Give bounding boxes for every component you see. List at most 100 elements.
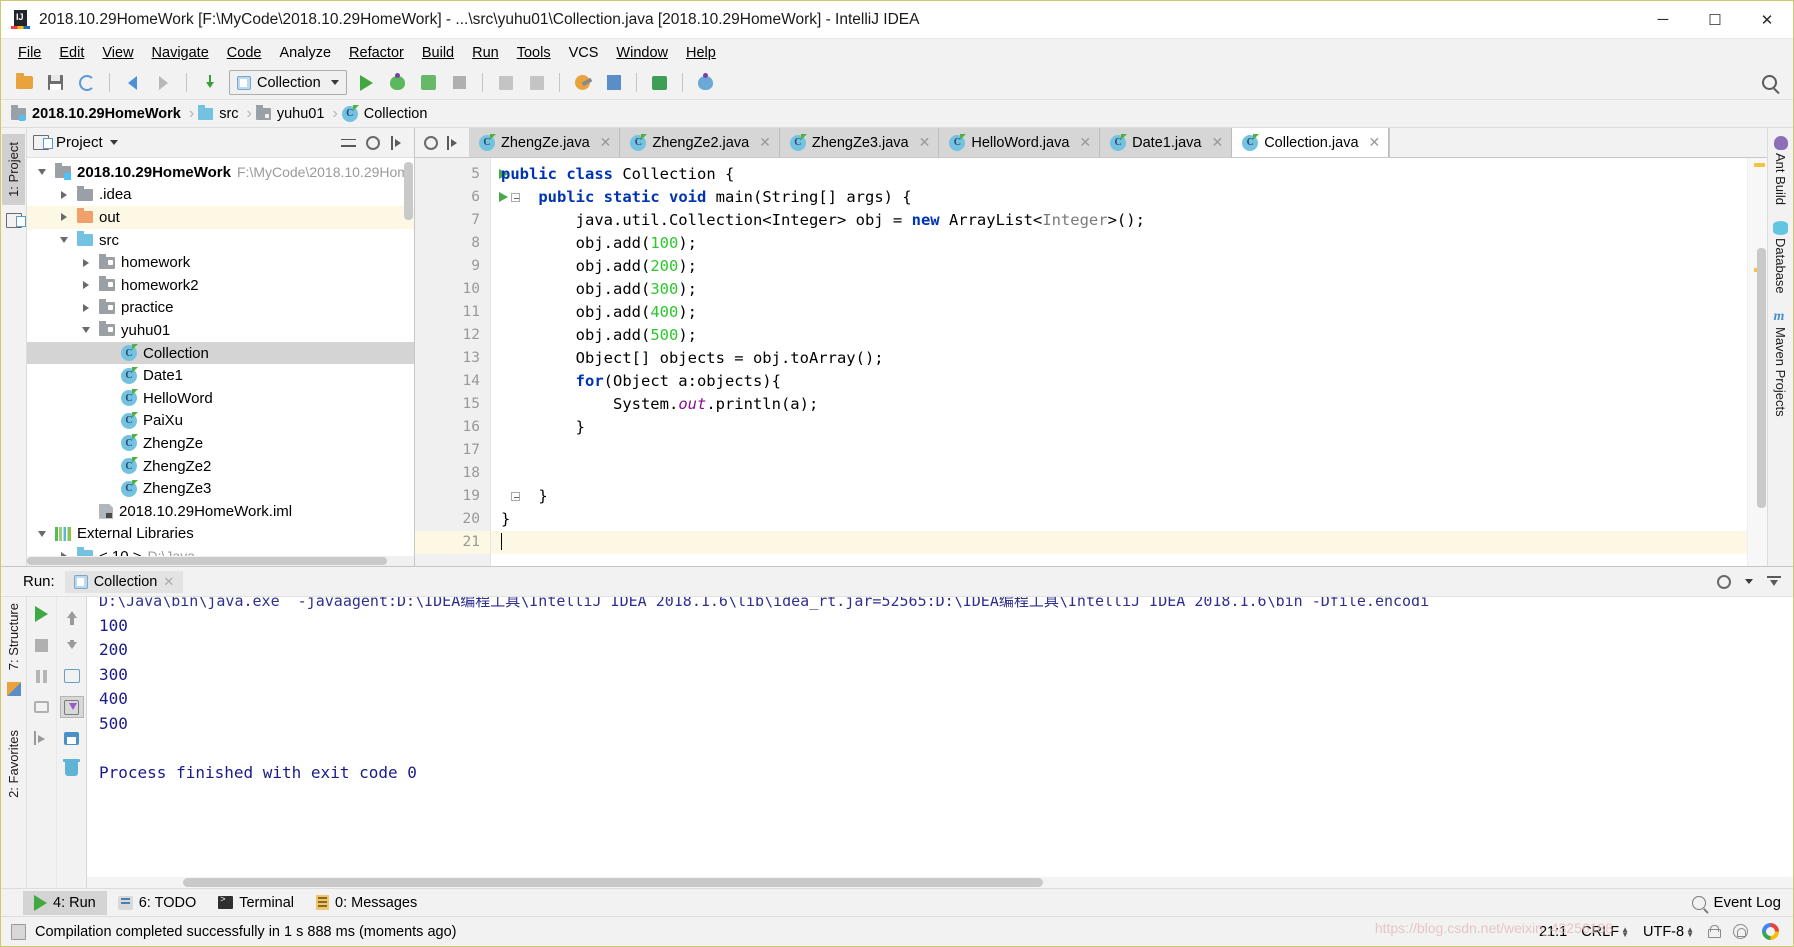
dump-threads-icon[interactable] xyxy=(30,696,54,718)
tree-twisty[interactable] xyxy=(35,530,49,537)
line-separator-spinner-icon[interactable]: ▲ ▼ xyxy=(1621,925,1629,938)
exit-icon[interactable] xyxy=(30,727,54,749)
tree-node-2018-10-29homework[interactable]: 2018.10.29HomeWork F:\MyCode\2018.10.29Ho… xyxy=(27,161,414,184)
navigate-back-icon[interactable] xyxy=(119,70,146,96)
print-icon[interactable] xyxy=(60,727,84,749)
minimize-button[interactable]: ─ xyxy=(1637,1,1689,39)
console-hscroll-thumb[interactable] xyxy=(183,878,1043,887)
tree-node-out[interactable]: out xyxy=(27,206,414,229)
tree-node-src[interactable]: src xyxy=(27,229,414,252)
line-separator[interactable]: CRLF xyxy=(1581,924,1619,940)
clear-all-icon[interactable] xyxy=(60,758,84,780)
breadcrumb-item-package[interactable]: yuhu01 xyxy=(254,104,331,122)
status-message-icon[interactable] xyxy=(11,923,26,940)
pause-icon[interactable] xyxy=(30,665,54,687)
editor-tab-zhengze2[interactable]: C ZhengZe2.java ✕ xyxy=(620,128,780,157)
settings-gear-icon[interactable] xyxy=(366,135,380,150)
tree-node-2018-10-29homework-iml[interactable]: 2018.10.29HomeWork.iml xyxy=(27,500,414,523)
project-structure-strip-icon[interactable] xyxy=(5,212,26,228)
tree-node-yuhu01[interactable]: yuhu01 xyxy=(27,319,414,342)
tree-twisty[interactable] xyxy=(57,190,71,199)
menu-window[interactable]: Window xyxy=(607,42,677,64)
stop-icon[interactable] xyxy=(446,70,473,96)
menu-refactor[interactable]: Refactor xyxy=(340,42,413,64)
tree-node-homework[interactable]: homework xyxy=(27,251,414,274)
editor-tab-zhengze[interactable]: C ZhengZe.java ✕ xyxy=(469,128,621,157)
encoding-spinner-icon[interactable]: ▲ ▼ xyxy=(1686,925,1694,938)
close-icon[interactable]: ✕ xyxy=(919,134,931,151)
close-icon[interactable]: ✕ xyxy=(163,574,174,590)
rerun-icon[interactable] xyxy=(30,603,54,625)
menu-analyze[interactable]: Analyze xyxy=(270,42,340,64)
run-tab-collection[interactable]: Collection ✕ xyxy=(64,570,184,593)
tree-node-10[interactable]: < 10 > D:\Java xyxy=(27,545,414,556)
stop-icon[interactable] xyxy=(30,634,54,656)
editor-marker-strip[interactable] xyxy=(1747,158,1767,566)
editor-tab-date1[interactable]: C Date1.java ✕ xyxy=(1100,128,1233,157)
project-tree-scrollbar[interactable] xyxy=(404,162,413,220)
hide-editor-tabs-icon[interactable] xyxy=(446,135,460,150)
search-everywhere-icon[interactable] xyxy=(1756,70,1783,96)
tree-node-idea[interactable]: .idea xyxy=(27,184,414,207)
tree-node-homework2[interactable]: homework2 xyxy=(27,274,414,297)
close-icon[interactable]: ✕ xyxy=(759,134,771,151)
chevron-down-icon[interactable] xyxy=(1745,579,1753,584)
tool-window-todo[interactable]: 6: TODO xyxy=(107,891,207,915)
tree-node-collection[interactable]: C Collection xyxy=(27,341,414,365)
breadcrumb-item-class[interactable]: C Collection xyxy=(340,104,434,122)
debug-icon[interactable] xyxy=(384,70,411,96)
close-icon[interactable]: ✕ xyxy=(1369,134,1381,151)
tree-node-zhengze2[interactable]: C ZhengZe2 xyxy=(27,455,414,478)
menu-tools[interactable]: Tools xyxy=(508,42,560,64)
tree-node-external-libraries[interactable]: External Libraries xyxy=(27,523,414,546)
menu-file[interactable]: File xyxy=(9,42,50,64)
tool-window-run[interactable]: 4: Run xyxy=(23,890,107,915)
sidebar-item-ant-build[interactable]: Ant Build xyxy=(1773,136,1788,205)
tree-node-date1[interactable]: C Date1 xyxy=(27,364,414,387)
save-all-icon[interactable] xyxy=(42,70,69,96)
read-only-lock-icon[interactable] xyxy=(1708,925,1721,938)
sidebar-item-favorites[interactable]: 2: Favorites xyxy=(2,724,25,804)
tree-twisty[interactable] xyxy=(79,327,93,334)
project-tree-hscroll-thumb[interactable] xyxy=(27,557,387,565)
tool-window-messages[interactable]: 0: Messages xyxy=(305,891,428,915)
tree-twisty[interactable] xyxy=(79,258,93,267)
breadcrumb-item-src[interactable]: src xyxy=(196,104,244,122)
hide-panel-icon[interactable] xyxy=(390,135,404,150)
up-stack-icon[interactable] xyxy=(60,603,84,625)
maximize-button[interactable]: ☐ xyxy=(1689,1,1741,39)
settings-wrench-icon[interactable] xyxy=(569,70,596,96)
sdk-manager-icon[interactable] xyxy=(646,70,673,96)
close-icon[interactable]: ✕ xyxy=(600,134,612,151)
run-with-coverage-icon[interactable] xyxy=(415,70,442,96)
structure-icon[interactable] xyxy=(6,682,21,697)
tree-node-helloword[interactable]: C HelloWord xyxy=(27,387,414,410)
project-tree[interactable]: 2018.10.29HomeWork F:\MyCode\2018.10.29Ho… xyxy=(27,158,414,556)
editor-vertical-scrollbar[interactable] xyxy=(1757,248,1766,508)
run-icon[interactable] xyxy=(353,70,380,96)
menu-help[interactable]: Help xyxy=(677,42,725,64)
menu-navigate[interactable]: Navigate xyxy=(143,42,218,64)
sync-icon[interactable] xyxy=(73,70,100,96)
close-icon[interactable]: ✕ xyxy=(1211,134,1223,151)
sidebar-item-database[interactable]: Database xyxy=(1773,221,1788,294)
editor-code-column[interactable]: public class Collection { public static … xyxy=(491,158,1747,566)
caret-position[interactable]: 21:1 xyxy=(1539,924,1567,940)
menu-code[interactable]: Code xyxy=(218,42,271,64)
sync-settings-icon[interactable] xyxy=(492,70,519,96)
soft-wrap-icon[interactable] xyxy=(60,665,84,687)
navigate-forward-icon[interactable] xyxy=(150,70,177,96)
chevron-down-icon[interactable] xyxy=(109,140,118,145)
code-editor[interactable]: 5 6 7 8 9 10 11 12 13 14 15 16 17 18 19 20 21 public cla… xyxy=(415,158,1767,566)
tree-twisty[interactable] xyxy=(35,169,49,176)
editor-code-text[interactable]: public class Collection { public static … xyxy=(491,158,1747,554)
run-settings-icon[interactable] xyxy=(1717,574,1731,589)
console-output[interactable]: D:\Java\bin\java.exe -javaagent:D:\IDEA编… xyxy=(87,597,1793,888)
collapse-all-icon[interactable] xyxy=(341,136,356,150)
google-icon[interactable] xyxy=(1762,923,1779,940)
inspection-profile-icon[interactable] xyxy=(1733,924,1748,939)
run-configuration-selector[interactable]: Collection xyxy=(229,70,347,95)
sidebar-item-structure[interactable]: 7: Structure xyxy=(2,597,25,676)
scroll-to-end-icon[interactable] xyxy=(59,696,84,718)
encoding[interactable]: UTF-8 xyxy=(1643,924,1684,940)
